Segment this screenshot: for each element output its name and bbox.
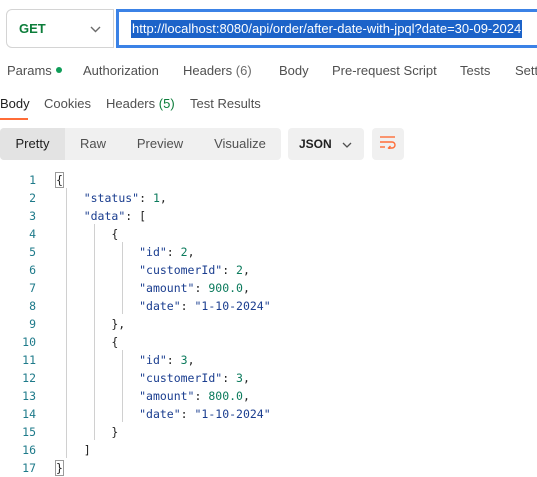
code-line: 3 "data": [ <box>0 207 537 225</box>
view-visualize-button[interactable]: Visualize <box>199 128 281 160</box>
view-pretty-button[interactable]: Pretty <box>0 128 65 160</box>
code-text: "amount": 800.0, <box>139 389 250 403</box>
method-select[interactable]: GET <box>6 9 114 48</box>
code-line: 10 { <box>0 333 537 351</box>
response-tab-headers[interactable]: Headers (5) <box>106 96 175 111</box>
tab-body[interactable]: Body <box>279 63 309 78</box>
line-number: 11 <box>22 353 36 367</box>
wrap-lines-button[interactable] <box>372 128 404 160</box>
view-mode-group: Pretty Raw Preview Visualize <box>0 128 281 160</box>
response-tab-body[interactable]: Body <box>0 96 30 111</box>
code-text: "data": [ <box>83 209 147 223</box>
line-number: 13 <box>22 389 36 403</box>
code-line: 17} <box>0 459 537 477</box>
code-text: { <box>56 335 119 349</box>
code-line: 5 "id": 2, <box>0 243 537 261</box>
line-number: 10 <box>22 335 36 349</box>
line-number: 17 <box>22 461 36 475</box>
code-text: { <box>55 172 64 188</box>
language-label: JSON <box>299 137 332 151</box>
code-text: "customerId": 3, <box>139 371 250 385</box>
tab-settings[interactable]: Sett <box>515 63 537 78</box>
code-line: 16 ] <box>0 441 537 459</box>
tab-tests[interactable]: Tests <box>460 63 490 78</box>
language-select[interactable]: JSON <box>288 128 364 160</box>
code-text: "customerId": 2, <box>139 263 250 277</box>
response-tab-test-results[interactable]: Test Results <box>190 96 261 111</box>
url-text: http://localhost:8080/api/order/after-da… <box>131 19 523 38</box>
code-text: ] <box>56 443 91 457</box>
wrap-lines-icon <box>379 135 397 154</box>
line-number: 15 <box>22 425 36 439</box>
line-number: 9 <box>29 317 36 331</box>
tab-headers[interactable]: Headers (6) <box>183 63 252 78</box>
code-line: 14 "date": "1-10-2024" <box>0 405 537 423</box>
code-line: 1{ <box>0 171 537 189</box>
code-line: 9 }, <box>0 315 537 333</box>
line-number: 8 <box>29 299 36 313</box>
code-line: 12 "customerId": 3, <box>0 369 537 387</box>
tab-authorization[interactable]: Authorization <box>83 63 159 78</box>
code-text: } <box>55 460 64 476</box>
line-number: 1 <box>29 173 36 187</box>
code-line: 7 "amount": 900.0, <box>0 279 537 297</box>
chevron-down-icon <box>342 137 352 151</box>
code-line: 15 } <box>0 423 537 441</box>
code-text: "id": 2, <box>139 245 195 259</box>
response-body-viewer[interactable]: 1{2 "status": 1, 3 "data": [4 {5 "id": 2,… <box>0 171 537 477</box>
active-tab-indicator <box>0 118 28 120</box>
code-line: 13 "amount": 800.0, <box>0 387 537 405</box>
line-number: 12 <box>22 371 36 385</box>
code-text: "date": "1-10-2024" <box>139 299 271 313</box>
method-label: GET <box>19 21 46 36</box>
code-text: "status": 1, <box>83 191 167 205</box>
code-line: 8 "date": "1-10-2024" <box>0 297 537 315</box>
code-line: 6 "customerId": 2, <box>0 261 537 279</box>
params-active-dot-icon <box>55 67 62 73</box>
view-preview-button[interactable]: Preview <box>121 128 199 160</box>
code-text: "date": "1-10-2024" <box>139 407 271 421</box>
tab-params[interactable]: Params <box>7 63 62 78</box>
line-number: 7 <box>29 281 36 295</box>
line-number: 16 <box>22 443 36 457</box>
line-number: 14 <box>22 407 36 421</box>
line-number: 6 <box>29 263 36 277</box>
line-number: 5 <box>29 245 36 259</box>
line-number: 3 <box>29 209 36 223</box>
code-text: { <box>56 227 119 241</box>
code-text: }, <box>56 317 126 331</box>
code-line: 4 { <box>0 225 537 243</box>
code-text: } <box>56 425 119 439</box>
code-line: 2 "status": 1, <box>0 189 537 207</box>
code-text: "id": 3, <box>139 353 195 367</box>
view-raw-button[interactable]: Raw <box>65 128 121 160</box>
tab-pre-request-script[interactable]: Pre-request Script <box>332 63 437 78</box>
line-number: 4 <box>29 227 36 241</box>
url-input[interactable]: http://localhost:8080/api/order/after-da… <box>116 9 537 48</box>
chevron-down-icon <box>90 21 101 36</box>
code-line: 11 "id": 3, <box>0 351 537 369</box>
line-number: 2 <box>29 191 36 205</box>
response-tab-cookies[interactable]: Cookies <box>44 96 91 111</box>
code-text: "amount": 900.0, <box>139 281 250 295</box>
